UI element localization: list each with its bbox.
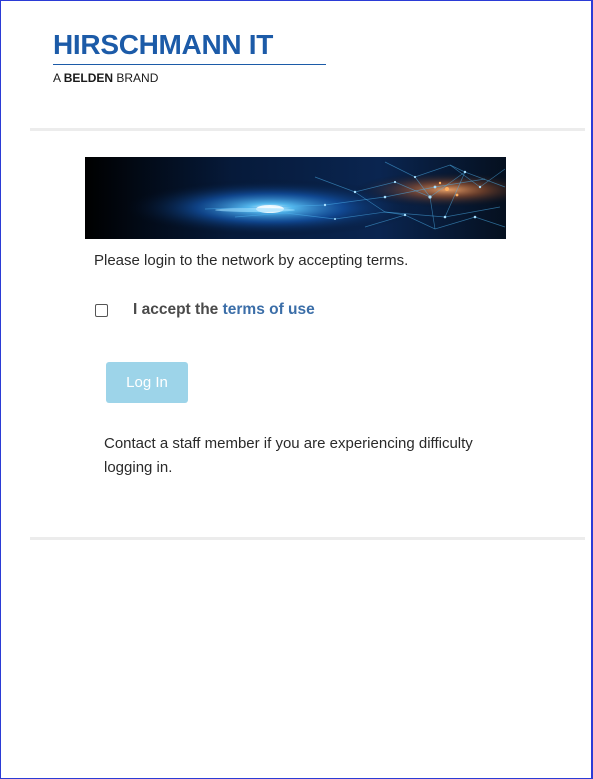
brand-name: HIRSCHMANN IT — [53, 29, 274, 60]
brand-tagline-suffix: BRAND — [113, 71, 159, 85]
terms-of-use-link[interactable]: terms of use — [223, 301, 315, 318]
accept-terms-label[interactable]: I accept the terms of use — [133, 301, 315, 319]
brand-tagline-belden: BELDEN — [63, 71, 114, 85]
login-prompt: Please login to the network by accepting… — [94, 252, 409, 269]
footer-divider — [30, 537, 585, 540]
brand-logo: HIRSCHMANN IT A BELDEN BRAND — [53, 30, 326, 85]
page-frame — [0, 0, 593, 779]
log-in-button[interactable]: Log In — [106, 362, 188, 403]
accept-terms-text: I accept the — [133, 301, 223, 318]
brand-rule — [53, 64, 326, 65]
brand-tagline-prefix: A — [53, 71, 64, 85]
header-divider — [30, 128, 585, 131]
accept-terms-row: I accept the terms of use — [95, 301, 315, 319]
accept-terms-checkbox[interactable] — [95, 303, 108, 317]
network-banner-image — [85, 157, 506, 239]
help-text: Contact a staff member if you are experi… — [104, 435, 473, 476]
brand-tagline: A BELDEN BRAND — [53, 71, 326, 85]
